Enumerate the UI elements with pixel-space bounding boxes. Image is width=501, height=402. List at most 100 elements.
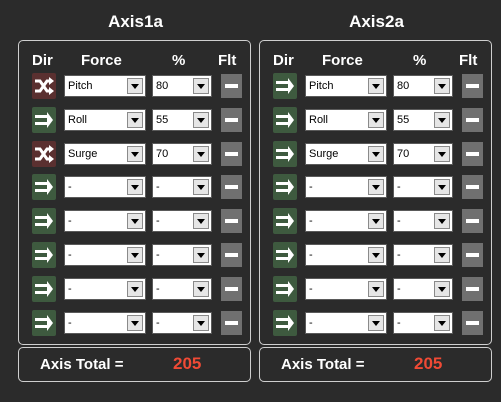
direction-button[interactable]: [32, 242, 56, 268]
direction-button[interactable]: [273, 309, 297, 336]
percent-dropdown[interactable]: -: [393, 311, 453, 334]
direction-button[interactable]: [273, 140, 297, 167]
force-header: Force: [81, 52, 122, 69]
axis-panel: Dir Force% Flt Pitch 80 Roll 55 Surge 70- - - - - - - -…: [18, 40, 251, 345]
arrow-right-icon: [34, 111, 54, 129]
filter-toggle-button[interactable]: [462, 175, 483, 200]
force-value: -: [309, 215, 313, 228]
force-row: Pitch 80: [19, 73, 250, 99]
axis-total-value: 205: [414, 354, 443, 373]
arrow-right-icon: [275, 111, 295, 129]
force-dropdown[interactable]: -: [305, 277, 387, 300]
arrow-right-icon: [34, 314, 54, 332]
chevron-down-icon: [193, 280, 209, 297]
direction-button[interactable]: [273, 106, 297, 133]
force-dropdown[interactable]: -: [64, 277, 146, 300]
direction-button[interactable]: [273, 208, 297, 235]
percent-dropdown[interactable]: 80: [393, 75, 453, 97]
percent-value: 70: [397, 147, 410, 160]
filter-toggle-button[interactable]: [221, 276, 242, 301]
percent-dropdown[interactable]: -: [152, 244, 212, 266]
chevron-down-icon: [127, 145, 143, 162]
force-dropdown[interactable]: Roll: [64, 108, 146, 131]
chevron-down-icon: [368, 213, 384, 230]
direction-button[interactable]: [32, 73, 56, 99]
force-value: Surge: [68, 147, 98, 160]
force-value: -: [309, 282, 313, 295]
percent-dropdown[interactable]: -: [393, 244, 453, 266]
percent-dropdown[interactable]: -: [393, 210, 453, 233]
percent-dropdown[interactable]: 70: [393, 142, 453, 165]
direction-button[interactable]: [32, 208, 56, 235]
filter-toggle-button[interactable]: [462, 141, 483, 166]
direction-button[interactable]: [32, 140, 56, 167]
force-dropdown[interactable]: -: [64, 311, 146, 334]
direction-button[interactable]: [32, 106, 56, 133]
direction-button[interactable]: [273, 174, 297, 201]
force-dropdown[interactable]: Surge: [305, 142, 387, 165]
filter-toggle-button[interactable]: [462, 107, 483, 132]
percent-value: -: [397, 249, 401, 261]
chevron-down-icon: [368, 247, 384, 263]
direction-button[interactable]: [32, 174, 56, 201]
percent-dropdown[interactable]: -: [152, 176, 212, 199]
percent-dropdown[interactable]: 70: [152, 142, 212, 165]
filter-toggle-button[interactable]: [221, 175, 242, 200]
percent-dropdown[interactable]: 55: [393, 108, 453, 131]
filter-toggle-button[interactable]: [221, 209, 242, 234]
force-dropdown[interactable]: Pitch: [305, 75, 387, 97]
force-dropdown[interactable]: -: [64, 210, 146, 233]
direction-button[interactable]: [273, 73, 297, 99]
filter-toggle-button[interactable]: [221, 141, 242, 166]
filter-toggle-button[interactable]: [221, 107, 242, 132]
filter-toggle-button[interactable]: [221, 243, 242, 267]
direction-button[interactable]: [273, 275, 297, 302]
force-dropdown[interactable]: Surge: [64, 142, 146, 165]
force-dropdown[interactable]: -: [64, 176, 146, 199]
force-dropdown[interactable]: Pitch: [64, 75, 146, 97]
arrow-right-icon: [34, 212, 54, 230]
force-row: --: [19, 208, 250, 235]
percent-value: -: [156, 316, 160, 329]
arrow-right-icon: [34, 280, 54, 298]
percent-dropdown[interactable]: -: [152, 277, 212, 300]
chevron-down-icon: [434, 247, 450, 263]
filter-toggle-button[interactable]: [221, 74, 242, 98]
filter-toggle-button[interactable]: [462, 209, 483, 234]
force-value: -: [309, 249, 313, 261]
force-value: -: [68, 215, 72, 228]
filter-toggle-button[interactable]: [462, 276, 483, 301]
force-row: Pitch 80: [260, 73, 491, 99]
filter-toggle-button[interactable]: [462, 74, 483, 98]
percent-dropdown[interactable]: -: [393, 277, 453, 300]
percent-dropdown[interactable]: -: [152, 311, 212, 334]
percent-dropdown[interactable]: 80: [152, 75, 212, 97]
chevron-down-icon: [434, 179, 450, 196]
filter-toggle-button[interactable]: [462, 243, 483, 267]
force-value: -: [309, 181, 313, 194]
force-value: -: [68, 181, 72, 194]
percent-dropdown[interactable]: 55: [152, 108, 212, 131]
chevron-down-icon: [193, 247, 209, 263]
chevron-down-icon: [193, 314, 209, 331]
direction-button[interactable]: [273, 242, 297, 268]
force-dropdown[interactable]: -: [64, 244, 146, 266]
force-header: Force: [322, 52, 363, 69]
force-dropdown[interactable]: -: [305, 176, 387, 199]
chevron-down-icon: [368, 111, 384, 128]
percent-dropdown[interactable]: -: [152, 210, 212, 233]
direction-button[interactable]: [32, 275, 56, 302]
force-dropdown[interactable]: Roll: [305, 108, 387, 131]
axis-total-box: Axis Total = 205: [18, 347, 251, 382]
percent-value: -: [397, 215, 401, 228]
force-dropdown[interactable]: -: [305, 210, 387, 233]
chevron-down-icon: [434, 213, 450, 230]
arrow-right-icon: [275, 145, 295, 163]
force-dropdown[interactable]: -: [305, 311, 387, 334]
filter-toggle-button[interactable]: [462, 310, 483, 335]
force-dropdown[interactable]: -: [305, 244, 387, 266]
filter-toggle-button[interactable]: [221, 310, 242, 335]
percent-dropdown[interactable]: -: [393, 176, 453, 199]
axis-total-box: Axis Total = 205: [259, 347, 492, 382]
direction-button[interactable]: [32, 309, 56, 336]
